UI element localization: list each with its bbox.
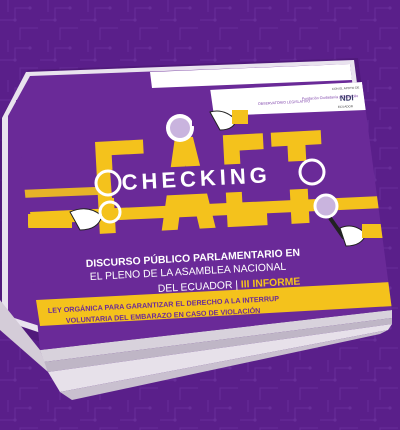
- funder-country: ECUADOR: [338, 104, 354, 109]
- brochure-illustration: OBSERVATORIO LEGISLATIVO Fundación Ciuda…: [0, 0, 400, 430]
- brochure-mockup: OBSERVATORIO LEGISLATIVO Fundación Ciuda…: [0, 0, 400, 430]
- logo-ndi: NDI: [340, 93, 354, 103]
